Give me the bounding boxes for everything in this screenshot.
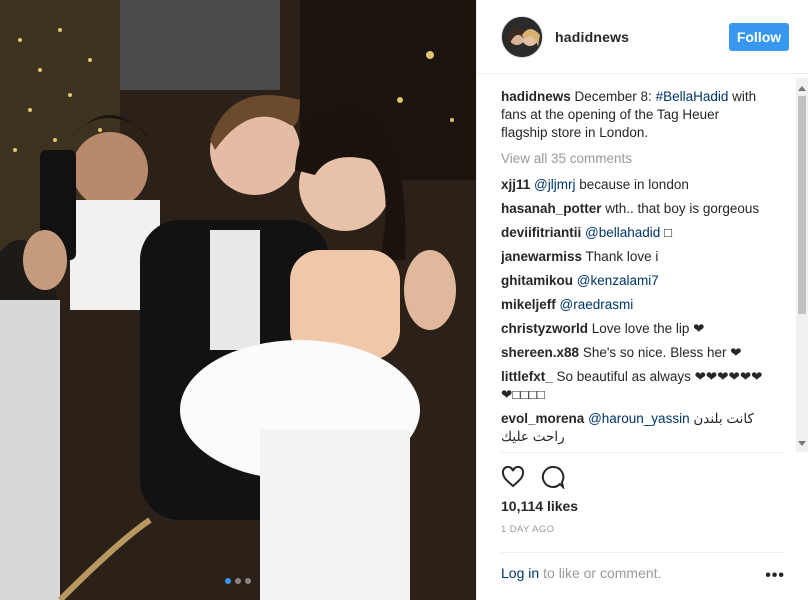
post-actions bbox=[501, 452, 785, 496]
login-suffix: to like or comment. bbox=[543, 564, 662, 581]
comment-row: xjj11 @jljmrj because in london bbox=[501, 176, 769, 194]
comment-text: She's so nice. Bless her ❤ bbox=[579, 345, 742, 360]
comment-username[interactable]: hasanah_potter bbox=[501, 201, 602, 216]
more-options-icon[interactable]: ••• bbox=[765, 567, 785, 585]
caption-hashtag[interactable]: #BellaHadid bbox=[656, 89, 729, 104]
comment-row: evol_morena @haroun_yassin كانت بلندن را… bbox=[501, 410, 769, 446]
comment-mention[interactable]: @haroun_yassin bbox=[588, 411, 690, 426]
carousel-dot[interactable] bbox=[235, 578, 241, 584]
caption-username[interactable]: hadidnews bbox=[501, 89, 571, 104]
post-header: hadidnews Follow bbox=[477, 0, 808, 74]
carousel-dot-active[interactable] bbox=[225, 578, 231, 584]
comment-row: ghitamikou @kenzalami7 bbox=[501, 272, 769, 290]
scroll-thumb[interactable] bbox=[798, 96, 806, 314]
comment-username[interactable]: shereen.x88 bbox=[501, 345, 579, 360]
comments-scrollbar[interactable] bbox=[796, 78, 808, 452]
comment-mention[interactable]: @raedrasmi bbox=[560, 297, 634, 312]
comment-username[interactable]: ghitamikou bbox=[501, 273, 573, 288]
comment-row: hasanah_potter wth.. that boy is gorgeou… bbox=[501, 200, 769, 218]
comment-username[interactable]: deviifitriantii bbox=[501, 225, 581, 240]
header-username[interactable]: hadidnews bbox=[555, 29, 629, 45]
post-photo[interactable] bbox=[0, 0, 476, 600]
instagram-post: hadidnews Follow hadidnews December 8: #… bbox=[0, 0, 808, 600]
comment-row: deviifitriantii @bellahadid □ bbox=[501, 224, 769, 242]
follow-button[interactable]: Follow bbox=[729, 23, 789, 51]
carousel-dot[interactable] bbox=[245, 578, 251, 584]
post-caption: hadidnews December 8: #BellaHadid with f… bbox=[501, 88, 769, 142]
comment-text: Thank love i bbox=[582, 249, 659, 264]
comment-username[interactable]: mikeljeff bbox=[501, 297, 556, 312]
comment-container: xjj11 @jljmrj because in london hasanah_p… bbox=[501, 176, 769, 446]
comment-text: Love love the lip ❤ bbox=[588, 321, 705, 336]
comment-mention[interactable]: @kenzalami7 bbox=[577, 273, 659, 288]
comment-username[interactable]: christyzworld bbox=[501, 321, 588, 336]
comment-row: mikeljeff @raedrasmi bbox=[501, 296, 769, 314]
carousel-indicator bbox=[0, 578, 476, 584]
comment-row: christyzworld Love love the lip ❤ bbox=[501, 320, 769, 338]
avatar[interactable] bbox=[501, 15, 543, 58]
comment-text: □ bbox=[660, 225, 673, 240]
comments-list: hadidnews December 8: #BellaHadid with f… bbox=[501, 88, 769, 448]
caption-text-before: December 8: bbox=[570, 89, 656, 104]
comment-row: shereen.x88 She's so nice. Bless her ❤ bbox=[501, 344, 769, 362]
heart-icon[interactable] bbox=[501, 465, 525, 489]
login-link[interactable]: Log in bbox=[501, 565, 539, 581]
comment-username[interactable]: littlefxt_ bbox=[501, 369, 553, 384]
likes-count[interactable]: 10,114 likes bbox=[501, 498, 578, 514]
comment-row: janewarmiss Thank love i bbox=[501, 248, 769, 266]
comment-icon[interactable] bbox=[541, 465, 565, 490]
comment-mention[interactable]: @bellahadid bbox=[585, 225, 660, 240]
post-footer: Log in to like or comment. ••• bbox=[501, 552, 785, 592]
photo-illustration bbox=[0, 0, 476, 600]
comment-mention[interactable]: @jljmrj bbox=[534, 177, 575, 192]
scroll-up-arrow-icon[interactable] bbox=[798, 86, 806, 91]
comment-username[interactable]: janewarmiss bbox=[501, 249, 582, 264]
comment-username[interactable]: evol_morena bbox=[501, 411, 584, 426]
avatar-image bbox=[502, 16, 542, 57]
post-timestamp: 1 DAY AGO bbox=[501, 524, 555, 535]
comment-text: wth.. that boy is gorgeous bbox=[601, 201, 760, 216]
comment-username[interactable]: xjj11 bbox=[501, 177, 530, 192]
view-all-comments-link[interactable]: View all 35 comments bbox=[501, 150, 769, 168]
scroll-down-arrow-icon[interactable] bbox=[798, 441, 806, 446]
comment-text: because in london bbox=[575, 177, 689, 192]
post-side-panel: hadidnews Follow hadidnews December 8: #… bbox=[476, 0, 808, 600]
comment-row: littlefxt_ So beautiful as always ❤❤❤❤❤❤… bbox=[501, 368, 769, 404]
